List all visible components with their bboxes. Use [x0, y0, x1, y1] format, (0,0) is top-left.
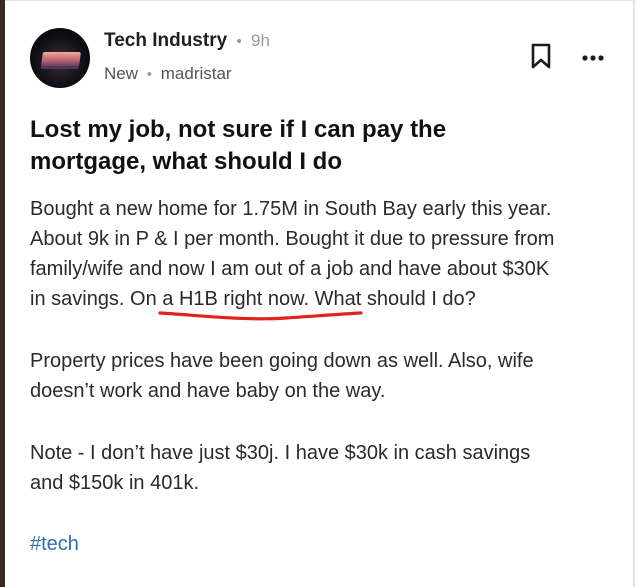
red-annotation-underline [158, 311, 363, 321]
more-options-icon[interactable] [582, 48, 604, 68]
post-title-line: mortgage, what should I do [30, 148, 342, 175]
post-status: New [104, 64, 139, 83]
hashtag-link[interactable]: #tech [30, 533, 79, 556]
body-line: and $150k in 401k. [30, 472, 200, 494]
bookmark-icon[interactable] [530, 43, 552, 69]
post-card: Tech Industry • 9h New • madristar Lost … [0, 0, 636, 587]
post-time: 9h [251, 31, 270, 50]
post-title[interactable]: Lost my job, not sure if I can pay the m… [30, 114, 590, 178]
post-title-line: Lost my job, not sure if I can pay the [30, 116, 447, 143]
author-name[interactable]: Tech Industry [104, 30, 227, 51]
body-paragraph: Note - I don’t have just $30j. I have $3… [30, 438, 610, 498]
body-line: Bought a new home for 1.75M in South Bay… [30, 198, 552, 220]
meta-separator-dot: • [146, 66, 153, 83]
body-line: doesn’t work and have baby on the way. [30, 380, 386, 402]
body-paragraph: Bought a new home for 1.75M in South Bay… [30, 194, 610, 314]
avatar[interactable] [30, 28, 90, 88]
body-line: family/wife and now I am out of a job an… [30, 258, 550, 280]
username[interactable]: madristar [161, 64, 232, 83]
body-paragraph: Property prices have been going down as … [30, 346, 610, 406]
body-line: Note - I don’t have just $30j. I have $3… [30, 442, 531, 464]
body-line: About 9k in P & I per month. Bought it d… [30, 228, 555, 250]
left-edge-bar [0, 0, 5, 587]
top-divider [5, 0, 636, 1]
author-row: Tech Industry • 9h [104, 30, 270, 52]
body-line: Property prices have been going down as … [30, 350, 534, 372]
separator-dot: • [236, 33, 242, 50]
meta-row: New • madristar [104, 64, 232, 84]
laptop-avatar-icon [41, 52, 81, 66]
